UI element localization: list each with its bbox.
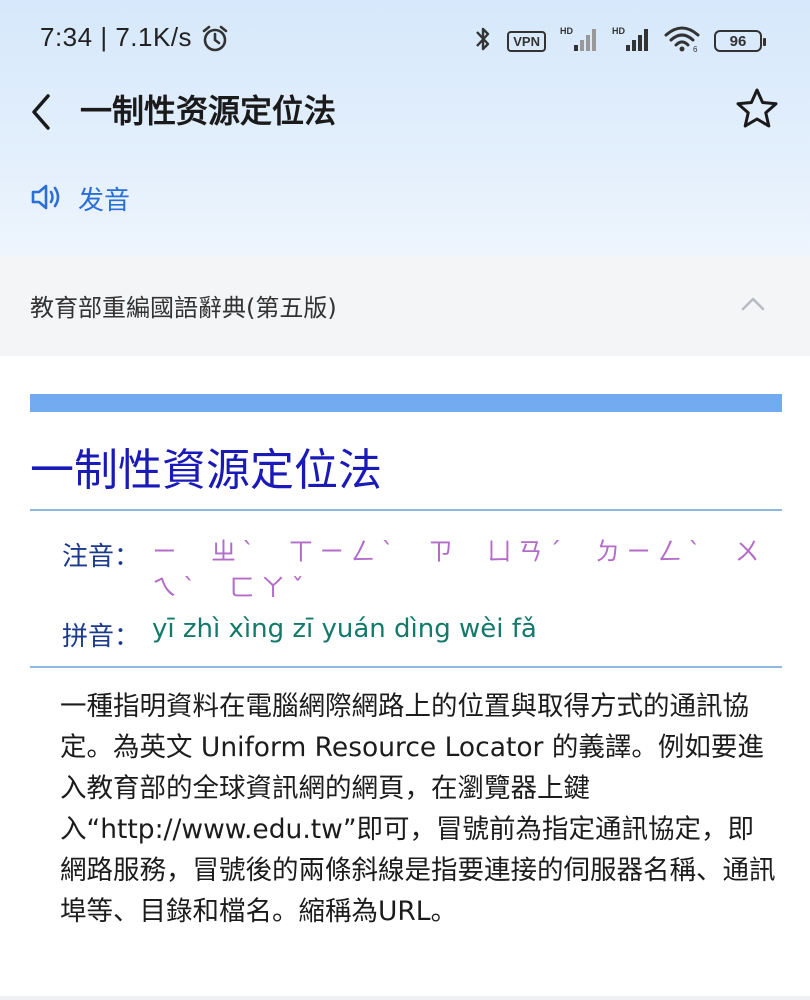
signal-hd-icon: HD: [560, 25, 598, 57]
status-time: 7:34: [40, 22, 93, 52]
status-separator: |: [100, 22, 116, 52]
star-outline-icon[interactable]: [734, 86, 780, 136]
wifi-icon: 6: [664, 25, 700, 57]
app-header: 一制性资源定位法: [0, 78, 810, 142]
pinyin-label: 拼音：: [62, 622, 141, 652]
svg-text:HD: HD: [612, 26, 625, 36]
svg-text:6: 6: [693, 45, 698, 53]
alarm-icon: [200, 24, 230, 58]
speaker-icon: [30, 182, 64, 216]
dictionary-section-header[interactable]: 教育部重編國語辭典(第五版): [0, 256, 810, 357]
zhuyin-value: ㄧ ㄓˋ ㄒㄧㄥˋ ㄗ ㄩㄢˊ ㄉㄧㄥˋ ㄨㄟˋ ㄈㄚˇ: [152, 537, 766, 602]
page-title: 一制性资源定位法: [80, 92, 337, 130]
vpn-icon: VPN: [507, 30, 546, 52]
pronounce-button[interactable]: 发音: [30, 180, 130, 217]
entry-definition: 一種指明資料在電腦網際網路上的位置與取得方式的通訊協定。為英文 Uniform …: [60, 691, 776, 927]
divider: [30, 509, 782, 511]
chevron-up-icon[interactable]: [740, 294, 766, 318]
entry-top-bar: [30, 394, 782, 412]
status-bar: 7:34 | 7.1K/s VPN HD HD 6 96: [0, 0, 810, 78]
svg-text:HD: HD: [560, 26, 573, 36]
battery-icon: 96: [714, 30, 766, 52]
bottom-edge: [0, 996, 810, 1000]
network-speed: 7.1K/s: [115, 22, 193, 52]
pronounce-label: 发音: [78, 186, 131, 216]
pinyin-value: yī zhì xìng zī yuán dìng wèi fǎ: [152, 614, 537, 644]
entry-content: 一制性資源定位法 注音： ㄧ ㄓˋ ㄒㄧㄥˋ ㄗ ㄩㄢˊ ㄉㄧㄥˋ ㄨㄟˋ ㄈㄚ…: [0, 356, 810, 1000]
dictionary-name: 教育部重編國語辭典(第五版): [30, 294, 337, 322]
bluetooth-icon: [473, 24, 493, 58]
zhuyin-label: 注音：: [62, 542, 141, 572]
chevron-left-icon[interactable]: [28, 92, 54, 136]
divider-2: [30, 666, 782, 668]
entry-word: 一制性資源定位法: [30, 445, 382, 496]
signal-hd-icon-2: HD: [612, 25, 650, 57]
status-right-icons: VPN HD HD 6 96: [473, 24, 766, 58]
status-time-speed: 7:34 | 7.1K/s: [40, 22, 192, 53]
